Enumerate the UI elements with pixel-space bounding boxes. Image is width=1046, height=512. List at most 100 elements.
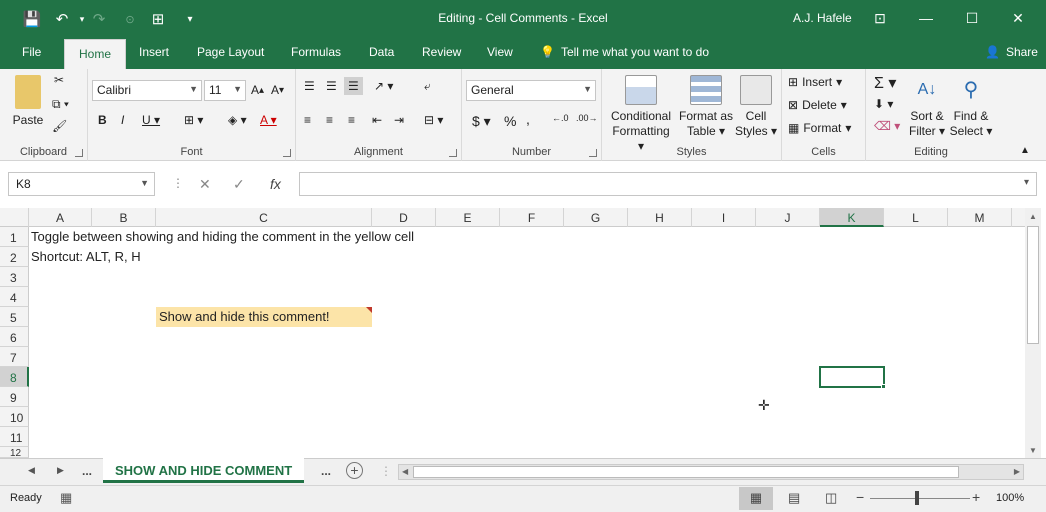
row-header[interactable]: 7 — [0, 347, 29, 367]
decrease-indent-icon[interactable]: ⇤ — [372, 113, 382, 127]
format-as-table-button[interactable]: Format as Table ▾ — [676, 75, 736, 139]
scroll-right-icon[interactable]: ▶ — [1014, 467, 1020, 476]
cut-icon[interactable]: ✂ — [54, 73, 64, 87]
page-layout-view-icon[interactable]: ▤ — [788, 490, 800, 506]
more-sheets-right[interactable]: ... — [321, 464, 331, 478]
borders-icon[interactable]: ⊞ ▾ — [184, 113, 203, 127]
autosum-icon[interactable]: Σ ▾ — [874, 73, 896, 93]
close-button[interactable]: ✕ — [996, 6, 1040, 30]
cell-a1[interactable]: Toggle between showing and hiding the co… — [31, 229, 414, 244]
clipboard-launcher-icon[interactable] — [75, 149, 83, 157]
font-color-icon[interactable]: A ▾ — [260, 113, 277, 127]
sheet-tab-active[interactable]: SHOW AND HIDE COMMENT — [103, 458, 305, 483]
row-header[interactable]: 8 — [0, 367, 29, 387]
chevron-down-icon[interactable]: ▼ — [140, 178, 149, 188]
fill-icon[interactable]: ⬇ ▾ — [874, 97, 893, 111]
clear-icon[interactable]: ⌫ ▾ — [874, 119, 900, 133]
row-header[interactable]: 6 — [0, 327, 29, 347]
column-header[interactable]: B — [92, 208, 156, 227]
comment-cell-c5[interactable]: Show and hide this comment! — [156, 307, 372, 327]
conditional-formatting-button[interactable]: Conditional Formatting ▾ — [608, 75, 674, 154]
grow-font-icon[interactable]: A ▴ — [251, 83, 264, 97]
scroll-sheets-right-icon[interactable]: ▶ — [57, 465, 64, 476]
decrease-decimal-icon[interactable]: .00→ — [576, 113, 598, 123]
tab-review[interactable]: Review — [422, 45, 461, 59]
zoom-slider-thumb[interactable] — [915, 491, 919, 505]
format-cells-button[interactable]: ▦ Format ▾ — [788, 121, 851, 135]
delete-cells-button[interactable]: ⊠ Delete ▾ — [788, 98, 847, 112]
align-left-icon[interactable]: ≡ — [304, 113, 311, 127]
insert-cells-button[interactable]: ⊞ Insert ▾ — [788, 75, 842, 89]
more-sheets-left[interactable]: ... — [82, 464, 92, 478]
align-top-icon[interactable]: ☰ — [304, 79, 315, 93]
row-header[interactable]: 4 — [0, 287, 29, 307]
column-header[interactable]: G — [564, 208, 628, 227]
zoom-in-icon[interactable]: + — [972, 489, 980, 505]
column-header[interactable]: A — [29, 208, 92, 227]
tab-view[interactable]: View — [487, 45, 513, 59]
find-select-button[interactable]: ⚲ Find & Select ▾ — [948, 75, 994, 139]
column-header[interactable]: K — [820, 208, 884, 227]
scroll-sheets-left-icon[interactable]: ◀ — [28, 465, 35, 476]
collapse-ribbon-icon[interactable]: ▲ — [1020, 145, 1030, 156]
merge-center-icon[interactable]: ⊟ ▾ — [424, 113, 443, 127]
fill-color-icon[interactable]: ◈ ▾ — [228, 113, 247, 127]
column-header[interactable]: F — [500, 208, 564, 227]
tab-home[interactable]: Home — [64, 39, 127, 69]
zoom-out-icon[interactable]: − — [856, 489, 864, 505]
tab-data[interactable]: Data — [369, 45, 394, 59]
normal-view-icon[interactable]: ▦ — [739, 487, 773, 510]
bold-icon[interactable]: B — [98, 113, 107, 127]
tab-file[interactable]: File — [22, 45, 41, 59]
horizontal-scroll-thumb[interactable] — [413, 466, 959, 478]
align-right-icon[interactable]: ≡ — [348, 113, 355, 127]
format-painter-icon[interactable]: 🖌 — [52, 119, 67, 133]
expand-formula-icon[interactable]: ▾ — [1024, 177, 1029, 188]
column-header[interactable]: M — [948, 208, 1012, 227]
row-header[interactable]: 1 — [0, 227, 29, 247]
scroll-down-icon[interactable]: ▼ — [1029, 446, 1037, 455]
column-header[interactable]: C — [156, 208, 372, 227]
copy-icon[interactable]: ⧉ ▾ — [52, 97, 69, 112]
minimize-button[interactable]: — — [904, 6, 948, 30]
cell-styles-button[interactable]: Cell Styles ▾ — [734, 75, 778, 139]
row-header[interactable]: 11 — [0, 427, 29, 447]
row-header[interactable]: 12 — [0, 447, 29, 459]
column-header[interactable]: D — [372, 208, 436, 227]
horizontal-scrollbar[interactable]: ◀ ▶ — [398, 464, 1024, 480]
align-center-icon[interactable]: ≡ — [326, 113, 333, 127]
fill-handle[interactable] — [881, 384, 886, 389]
scroll-up-icon[interactable]: ▲ — [1029, 212, 1037, 221]
name-box[interactable]: K8 ▼ — [8, 172, 155, 196]
wrap-text-icon[interactable]: ⤶ — [424, 79, 431, 94]
select-all-corner[interactable] — [0, 208, 29, 227]
font-launcher-icon[interactable] — [283, 149, 291, 157]
insert-function-icon[interactable]: fx — [270, 176, 281, 192]
formula-input[interactable] — [299, 172, 1037, 196]
row-header[interactable]: 3 — [0, 267, 29, 287]
alignment-launcher-icon[interactable] — [449, 149, 457, 157]
maximize-button[interactable]: ☐ — [950, 6, 994, 30]
page-break-view-icon[interactable]: ◫ — [825, 490, 837, 506]
column-header[interactable]: I — [692, 208, 756, 227]
number-format-combo[interactable]: General ▼ — [466, 80, 596, 101]
cell-a2[interactable]: Shortcut: ALT, R, H — [31, 249, 141, 264]
row-header[interactable]: 5 — [0, 307, 29, 327]
align-bottom-icon[interactable]: ☰ — [344, 77, 363, 95]
vertical-scroll-thumb[interactable] — [1027, 226, 1039, 344]
column-header[interactable]: H — [628, 208, 692, 227]
font-name-combo[interactable]: Calibri ▼ — [92, 80, 202, 101]
row-header[interactable]: 9 — [0, 387, 29, 407]
share-button[interactable]: 👤 Share — [985, 45, 1038, 59]
increase-indent-icon[interactable]: ⇥ — [394, 113, 404, 127]
column-header[interactable]: J — [756, 208, 820, 227]
shrink-font-icon[interactable]: A ▾ — [271, 83, 284, 97]
align-middle-icon[interactable]: ☰ — [326, 79, 337, 93]
worksheet-grid[interactable]: A B C D E F G H I J K L M 1 2 3 4 5 6 7 … — [0, 208, 1046, 459]
column-header[interactable]: E — [436, 208, 500, 227]
number-launcher-icon[interactable] — [589, 149, 597, 157]
orientation-icon[interactable]: ↗ ▾ — [374, 79, 393, 93]
underline-icon[interactable]: U ▾ — [142, 113, 160, 127]
currency-icon[interactable]: $ ▾ — [472, 113, 491, 130]
column-header[interactable]: L — [884, 208, 948, 227]
